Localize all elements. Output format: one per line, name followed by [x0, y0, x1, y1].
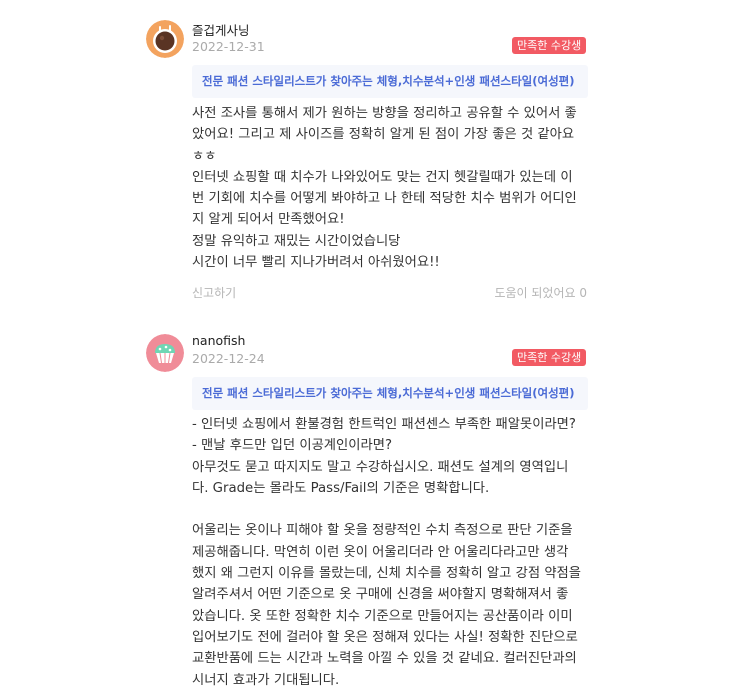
- cupcake-avatar-icon: [146, 334, 184, 372]
- satisfied-student-badge: 만족한 수강생: [512, 349, 587, 366]
- review-item: nanofish 2022-12-24 만족한 수강생 전문 패션 스타일리스트…: [0, 0, 752, 688]
- review-date: 2022-12-24: [192, 351, 265, 366]
- course-link[interactable]: 전문 패션 스타일리스트가 찾아주는 체형,치수분석+인생 패션스타일(여성편): [192, 377, 588, 410]
- review-body: - 인터넷 쇼핑에서 환불경험 한트럭인 패션센스 부족한 패알못이라면? - …: [192, 417, 582, 688]
- review-author: nanofish: [192, 333, 246, 348]
